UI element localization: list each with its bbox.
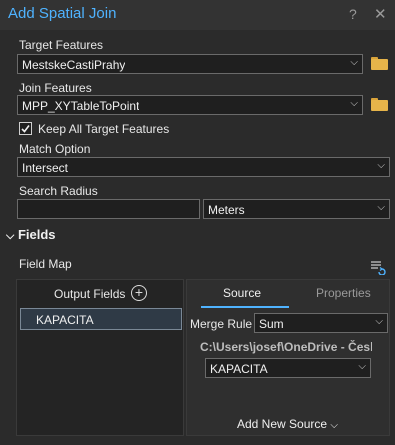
join-features-label: Join Features — [19, 81, 92, 95]
target-features-dropdown[interactable]: MestskeCastiPrahy ⌵ — [17, 54, 363, 74]
source-path: C:\Users\josef\OneDrive - Česká — [200, 340, 372, 354]
search-radius-label: Search Radius — [19, 184, 98, 198]
add-new-source-button[interactable]: Add New Source ⌵ — [237, 417, 338, 431]
output-fields-panel — [16, 279, 184, 436]
target-features-value: MestskeCastiPrahy — [22, 58, 126, 72]
match-option-label: Match Option — [19, 142, 91, 156]
chevron-down-icon: ⌵ — [6, 230, 15, 242]
output-field-label: KAPACITA — [36, 313, 94, 327]
chevron-down-icon: ⌵ — [358, 361, 366, 372]
checkmark-icon — [21, 125, 30, 133]
merge-rule-label: Merge Rule — [190, 317, 253, 331]
chevron-down-icon: ⌵ — [350, 98, 358, 109]
join-features-value: MPP_XYTableToPoint — [22, 99, 140, 113]
keep-all-checkbox[interactable] — [19, 122, 32, 135]
chevron-down-icon: ⌵ — [330, 420, 338, 431]
match-option-value: Intersect — [22, 161, 69, 175]
close-button[interactable]: ✕ — [374, 5, 387, 23]
field-map-options-icon[interactable] — [370, 259, 386, 276]
folder-icon[interactable] — [371, 98, 388, 111]
chevron-down-icon: ⌵ — [375, 316, 383, 327]
output-fields-header: Output Fields — [54, 287, 126, 301]
window-title: Add Spatial Join — [8, 5, 117, 22]
fields-section-title: Fields — [17, 227, 56, 242]
match-option-dropdown[interactable]: Intersect ⌵ — [17, 157, 390, 177]
fields-section-toggle[interactable]: ⌵ Fields — [6, 227, 56, 243]
tab-properties[interactable]: Properties — [316, 286, 371, 300]
source-field-value: KAPACITA — [210, 362, 268, 376]
tab-source[interactable]: Source — [223, 286, 261, 300]
field-map-label: Field Map — [19, 257, 72, 271]
title-bar: Add Spatial Join ? ✕ — [0, 0, 395, 30]
join-features-dropdown[interactable]: MPP_XYTableToPoint ⌵ — [17, 95, 363, 115]
search-radius-unit-value: Meters — [208, 203, 245, 217]
output-field-item[interactable]: KAPACITA — [20, 308, 182, 330]
source-field-dropdown[interactable]: KAPACITA ⌵ — [205, 358, 371, 378]
merge-rule-value: Sum — [259, 317, 284, 331]
merge-rule-dropdown[interactable]: Sum ⌵ — [254, 313, 388, 333]
search-radius-input[interactable] — [17, 199, 200, 219]
plus-circle-icon[interactable]: + — [131, 285, 147, 301]
target-features-label: Target Features — [19, 38, 104, 52]
folder-icon[interactable] — [371, 57, 388, 70]
chevron-down-icon: ⌵ — [350, 57, 358, 68]
active-tab-indicator — [201, 306, 289, 308]
chevron-down-icon: ⌵ — [377, 160, 385, 171]
chevron-down-icon: ⌵ — [377, 202, 385, 213]
search-radius-unit-dropdown[interactable]: Meters ⌵ — [203, 199, 390, 219]
help-button[interactable]: ? — [349, 6, 357, 22]
add-new-source-label: Add New Source — [237, 417, 328, 431]
keep-all-label: Keep All Target Features — [38, 122, 170, 136]
